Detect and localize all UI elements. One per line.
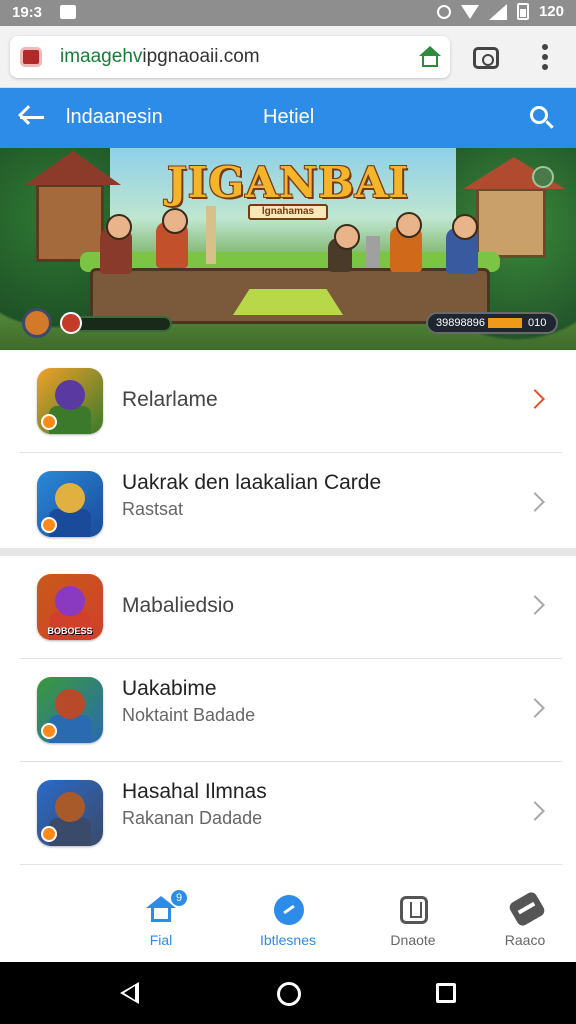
browser-toolbar: imaagehvipgnaoaii.com <box>0 26 576 88</box>
hud-health <box>22 308 172 338</box>
list-item-title: Uakabime <box>122 677 217 700</box>
character-illustration <box>156 208 188 268</box>
nav-store[interactable]: Dnaote <box>368 892 458 956</box>
status-icons: 120 <box>436 3 564 20</box>
game-thumbnail <box>37 471 103 537</box>
signal-icon <box>488 3 507 20</box>
tabs-icon[interactable] <box>473 47 499 69</box>
list-item-title: Mabaliedsio <box>122 594 235 617</box>
list-item[interactable]: Uakrak den laakalian Carde Rastsat <box>0 453 576 556</box>
game-thumbnail <box>37 368 103 434</box>
nav-explore[interactable]: Ibtlesnes <box>243 892 333 956</box>
system-home-icon[interactable] <box>277 982 301 1006</box>
thumbnail-label: BOBOESS <box>47 626 93 636</box>
compass-icon <box>274 895 304 925</box>
game-thumbnail <box>37 780 103 846</box>
list-item-title: Hasahal Ilmnas <box>122 780 267 803</box>
statue-illustration <box>206 206 216 264</box>
battery-text: 120 <box>538 3 564 20</box>
home-icon <box>146 896 176 922</box>
list-item[interactable]: Hasahal Ilmnas Rakanan Dadade <box>0 762 576 865</box>
hud-score-value: 39898896 <box>436 317 485 329</box>
store-icon <box>400 896 428 924</box>
nav-home-label: Fial <box>149 932 173 948</box>
chevron-right-icon <box>525 389 545 409</box>
heart-icon <box>60 312 82 334</box>
status-time: 19:3 <box>12 4 43 21</box>
list-item-subtitle: Rastsat <box>122 499 184 519</box>
system-back-icon[interactable] <box>120 982 139 1004</box>
section-divider <box>0 548 576 556</box>
page-title: Hetiel <box>263 106 315 128</box>
search-icon[interactable] <box>530 106 556 132</box>
game-list-section-1: Relarlame Uakrak den laakalian Carde Rasts… <box>0 350 576 556</box>
bottom-navigation: 9 Fial Ibtlesnes Dnaote Raaco <box>0 872 576 962</box>
url-domain: imaagehv <box>60 46 143 67</box>
home-icon[interactable] <box>419 46 441 68</box>
nav-more[interactable]: Raaco <box>480 890 570 956</box>
nav-more-label: Raaco <box>504 932 546 948</box>
character-illustration <box>390 212 422 272</box>
health-bar <box>74 316 172 332</box>
system-navigation-bar <box>0 962 576 1024</box>
location-icon <box>436 4 451 19</box>
hud-score: 39898896 010 <box>426 312 558 334</box>
game-banner[interactable]: JIGANBAI lgnahamas 39898896 010 <box>0 148 576 350</box>
list-item[interactable]: BOBOESS Mabaliedsio <box>0 556 576 659</box>
system-recents-icon[interactable] <box>436 983 456 1003</box>
notification-badge: 9 <box>171 890 187 906</box>
status-bar: 19:3 120 <box>0 0 576 26</box>
url-rest: ipgnaoaii.com <box>142 46 260 67</box>
app-bar: lndaanesin Hetiel <box>0 88 576 148</box>
character-illustration <box>328 224 360 272</box>
tag-icon <box>507 890 547 928</box>
character-illustration <box>446 214 478 274</box>
banner-badge-icon <box>532 166 554 188</box>
hud-meter-value: 010 <box>528 317 547 329</box>
back-arrow-icon[interactable] <box>16 104 46 132</box>
chevron-right-icon <box>525 801 545 821</box>
chevron-right-icon <box>525 595 545 615</box>
game-logo-title: JIGANBAI <box>166 158 410 207</box>
app-bar-left-title: lndaanesin <box>66 106 163 128</box>
game-thumbnail <box>37 677 103 743</box>
game-thumbnail: BOBOESS <box>37 574 103 640</box>
pillar-illustration <box>366 236 380 268</box>
list-item-subtitle: Rakanan Dadade <box>122 808 263 828</box>
overflow-menu-icon[interactable] <box>540 44 550 72</box>
player-orb-icon <box>22 308 52 338</box>
site-favicon-icon <box>20 47 42 67</box>
list-item[interactable]: Uakabime Noktaint Badade <box>0 659 576 762</box>
row-divider <box>20 864 562 865</box>
list-item[interactable]: Relarlame <box>0 350 576 453</box>
chevron-right-icon <box>525 698 545 718</box>
character-illustration <box>100 214 132 274</box>
url-bar[interactable]: imaagehvipgnaoaii.com <box>10 36 450 78</box>
list-item-title: Relarlame <box>122 388 218 411</box>
notification-icon <box>60 5 76 19</box>
wifi-icon <box>460 4 479 19</box>
nav-store-label: Dnaote <box>390 932 436 948</box>
nav-explore-label: Ibtlesnes <box>259 932 317 948</box>
chevron-right-icon <box>525 492 545 512</box>
game-logo-subtitle: lgnahamas <box>248 204 328 220</box>
hud-meter <box>488 318 522 328</box>
url-text[interactable]: imaagehvipgnaoaii.com <box>60 46 260 68</box>
battery-icon <box>516 3 529 20</box>
list-item-title: Uakrak den laakalian Carde <box>122 471 382 494</box>
list-item-subtitle: Noktaint Badade <box>122 705 256 725</box>
nav-home[interactable]: 9 Fial <box>116 890 206 956</box>
